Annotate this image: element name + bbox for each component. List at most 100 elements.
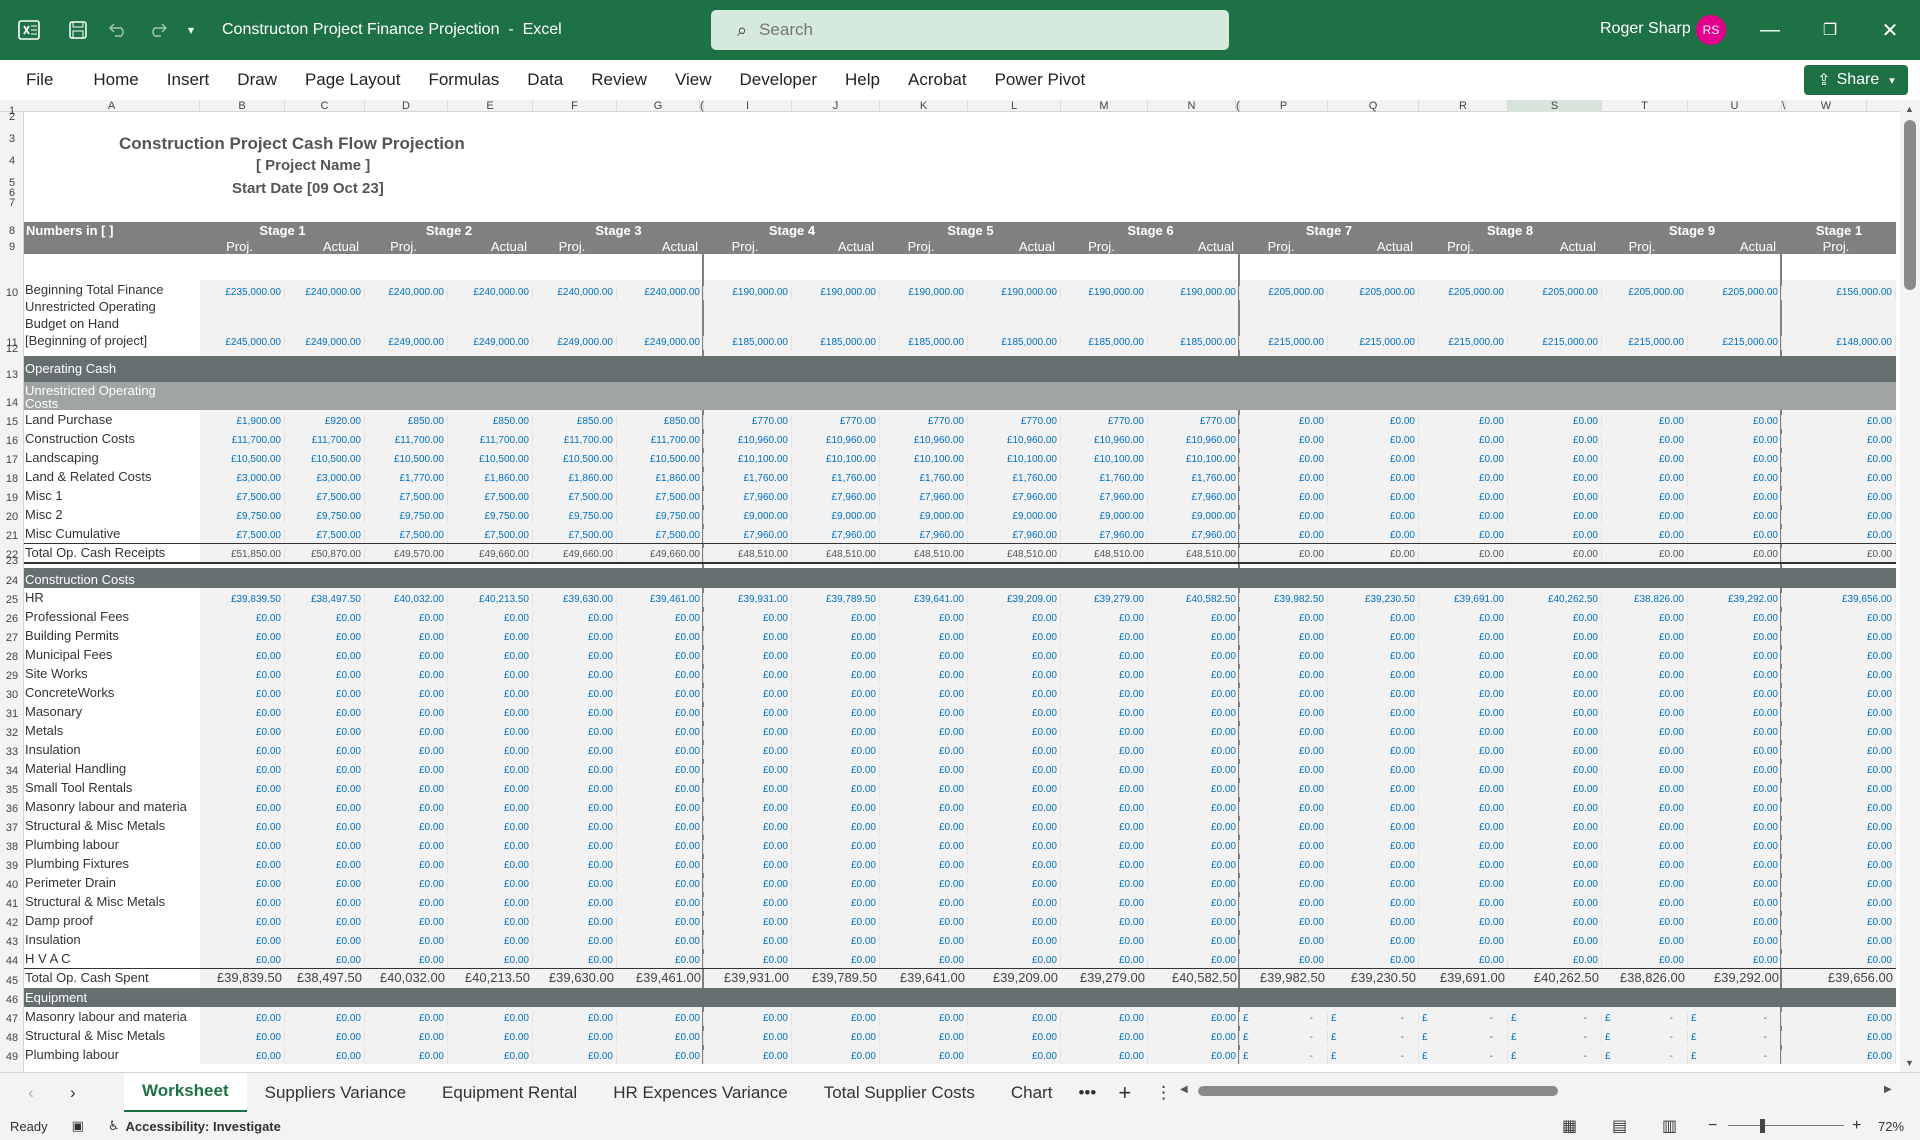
row-header-47[interactable]: 47 [0, 1012, 24, 1026]
cost-row-cell[interactable]: £0.00 [1328, 878, 1419, 892]
sheet-options-icon[interactable]: ⋮ [1145, 1073, 1182, 1113]
ribbon-tab-developer[interactable]: Developer [726, 70, 832, 90]
cost-row-cell[interactable]: £0.00 [1148, 631, 1240, 645]
cost-row-cell[interactable]: £0.00 [533, 707, 617, 721]
operating-row-cell[interactable]: £0.00 [1419, 434, 1508, 448]
cost-row-cell[interactable]: £0.00 [448, 802, 533, 816]
cost-row-cell[interactable]: £0.00 [1328, 745, 1419, 759]
operating-row-cell[interactable]: £0.00 [1240, 529, 1328, 543]
total-spent-cell[interactable]: £39,789.50 [792, 968, 880, 988]
cost-row-label[interactable]: Small Tool Rentals [24, 778, 200, 797]
operating-row-cell[interactable]: £0.00 [1419, 529, 1508, 543]
equipment-row-cell[interactable]: £ - [1419, 1050, 1508, 1064]
cost-row-cell[interactable]: £0.00 [533, 612, 617, 626]
equipment-row-cell[interactable]: £0.00 [1148, 1050, 1240, 1064]
cost-row-cell[interactable]: £0.00 [1508, 669, 1602, 683]
cost-row-cell[interactable]: £0.00 [1508, 745, 1602, 759]
cost-row-cell[interactable]: £0.00 [448, 726, 533, 740]
cost-row-cell[interactable]: £0.00 [1782, 802, 1896, 816]
cost-row-cell[interactable]: £0.00 [365, 726, 448, 740]
beginning-total-finance-label[interactable]: Beginning Total Finance [24, 280, 200, 300]
cost-row-cell[interactable]: £0.00 [1508, 783, 1602, 797]
equipment-row-cell[interactable]: £0.00 [880, 1012, 968, 1026]
equipment-row-cell[interactable]: £0.00 [1148, 1031, 1240, 1045]
cost-row-cell[interactable]: £0.00 [1508, 878, 1602, 892]
operating-row-cell[interactable]: £920.00 [285, 415, 365, 429]
cost-row-cell[interactable]: £0.00 [617, 878, 704, 892]
ribbon-tab-page-layout[interactable]: Page Layout [291, 70, 414, 90]
row-header-26[interactable]: 26 [0, 612, 24, 626]
cost-row-cell[interactable]: £0.00 [1061, 859, 1148, 873]
cost-row-cell[interactable]: £0.00 [792, 954, 880, 968]
cost-row-cell[interactable]: £0.00 [448, 669, 533, 683]
operating-row-cell[interactable]: £7,500.00 [533, 491, 617, 505]
operating-row-cell[interactable]: £850.00 [533, 415, 617, 429]
cost-row-cell[interactable]: £0.00 [1061, 935, 1148, 949]
equipment-row-cell[interactable]: £0.00 [968, 1012, 1061, 1026]
equipment-row-cell[interactable]: £0.00 [365, 1031, 448, 1045]
ribbon-tab-draw[interactable]: Draw [223, 70, 291, 90]
cost-row-cell[interactable]: £0.00 [1508, 688, 1602, 702]
cost-row-cell[interactable]: £0.00 [1782, 764, 1896, 778]
cost-row-cell[interactable]: £0.00 [1602, 840, 1688, 854]
column-header-2[interactable]: C [285, 100, 365, 112]
cost-row-cell[interactable]: £0.00 [968, 821, 1061, 835]
row-header-44[interactable]: 44 [0, 954, 24, 968]
operating-row-cell[interactable]: £0.00 [1688, 434, 1782, 448]
cost-row-cell[interactable]: £0.00 [704, 745, 792, 759]
cost-row-cell[interactable]: £0.00 [1782, 726, 1896, 740]
total-receipts-cell[interactable]: £0.00 [1688, 548, 1782, 562]
cost-row-cell[interactable]: £0.00 [704, 669, 792, 683]
vertical-scrollbar[interactable]: ▲ ▼ [1900, 100, 1920, 1072]
cost-row-cell[interactable]: £0.00 [880, 650, 968, 664]
cost-row-label[interactable]: ConcreteWorks [24, 683, 200, 702]
total-spent-cell[interactable]: £39,691.00 [1419, 968, 1508, 988]
cost-row-cell[interactable]: £0.00 [704, 631, 792, 645]
cost-row-cell[interactable]: £0.00 [792, 821, 880, 835]
operating-row-cell[interactable]: £10,100.00 [1148, 453, 1240, 467]
operating-row-cell[interactable]: £11,700.00 [285, 434, 365, 448]
operating-row-cell[interactable]: £10,960.00 [1148, 434, 1240, 448]
cost-row-cell[interactable]: £0.00 [1602, 726, 1688, 740]
cost-row-cell[interactable]: £0.00 [1240, 821, 1328, 835]
cost-row-cell[interactable]: £0.00 [968, 935, 1061, 949]
operating-row-cell[interactable]: £10,100.00 [880, 453, 968, 467]
operating-row-cell[interactable]: £10,500.00 [448, 453, 533, 467]
operating-row-cell[interactable]: £0.00 [1508, 529, 1602, 543]
cost-row-cell[interactable]: £0.00 [968, 878, 1061, 892]
operating-row-cell[interactable]: £10,100.00 [1061, 453, 1148, 467]
column-header-10[interactable]: K [880, 100, 968, 112]
operating-row-cell[interactable]: £7,960.00 [880, 529, 968, 543]
equipment-row-cell[interactable]: £ - [1508, 1050, 1602, 1064]
row-header-23[interactable]: 23 [0, 554, 24, 568]
operating-row-cell[interactable]: £0.00 [1602, 472, 1688, 486]
cost-row-cell[interactable]: £0.00 [1148, 764, 1240, 778]
search-box[interactable]: ⌕ [711, 10, 1229, 50]
cost-row-cell[interactable]: £0.00 [1240, 669, 1328, 683]
cost-row-cell[interactable]: £0.00 [968, 840, 1061, 854]
total-receipts-cell[interactable]: £49,570.00 [365, 548, 448, 562]
operating-row-cell[interactable]: £1,860.00 [533, 472, 617, 486]
cost-row-cell[interactable]: £0.00 [1782, 840, 1896, 854]
operating-row-cell[interactable]: £1,900.00 [200, 415, 285, 429]
operating-row-cell[interactable]: £7,500.00 [448, 491, 533, 505]
cost-row-label[interactable]: Plumbing Fixtures [24, 854, 200, 873]
operating-row-cell[interactable]: £10,100.00 [968, 453, 1061, 467]
cost-row-cell[interactable]: £0.00 [1602, 612, 1688, 626]
cost-row-cell[interactable]: £0.00 [1782, 897, 1896, 911]
cost-row-cell[interactable]: £0.00 [1328, 802, 1419, 816]
total-receipts-cell[interactable]: £50,870.00 [285, 548, 365, 562]
operating-row-cell[interactable]: £0.00 [1782, 529, 1896, 543]
cost-row-cell[interactable]: £0.00 [533, 859, 617, 873]
total-spent-cell[interactable]: £39,656.00 [1782, 968, 1896, 988]
ribbon-tab-formulas[interactable]: Formulas [414, 70, 513, 90]
unrestricted-budget-cell[interactable]: £215,000.00 [1508, 336, 1602, 350]
unrestricted-budget-cell[interactable]: £215,000.00 [1419, 336, 1508, 350]
equipment-row-cell[interactable]: £0.00 [448, 1050, 533, 1064]
cost-row-cell[interactable]: £0.00 [1061, 916, 1148, 930]
equipment-row-label[interactable]: Structural & Misc Metals [24, 1026, 200, 1045]
total-spent-cell[interactable]: £39,279.00 [1061, 968, 1148, 988]
cost-row-label[interactable]: Building Permits [24, 626, 200, 645]
cost-row-cell[interactable]: £0.00 [1419, 935, 1508, 949]
cost-row-cell[interactable]: £0.00 [880, 612, 968, 626]
